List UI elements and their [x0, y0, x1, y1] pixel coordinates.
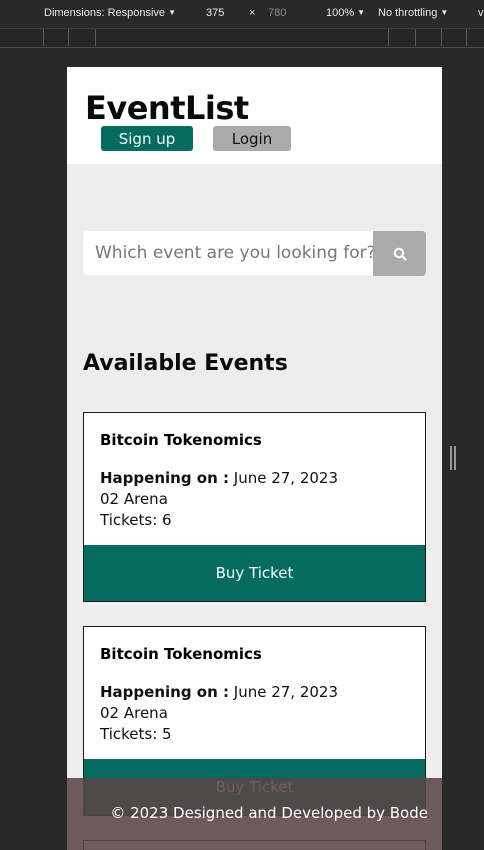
event-card: Bitcoin Tokenomics Happening on : June 2… [83, 412, 426, 602]
event-venue: 02 Arena [100, 490, 168, 508]
event-date-line: Happening on : June 27, 2023 [100, 683, 338, 701]
ruler-tick [388, 29, 389, 46]
width-input[interactable]: 375 [206, 7, 224, 19]
dropdown-caret-icon: ▼ [440, 8, 449, 17]
times-symbol: × [249, 7, 256, 19]
zoom-dropdown[interactable]: 100% ▼ [326, 7, 365, 19]
more-options[interactable]: v [478, 7, 484, 19]
ruler-tick [43, 29, 44, 46]
signup-button[interactable]: Sign up [101, 126, 193, 151]
dimensions-label: Dimensions: Responsive [44, 7, 166, 19]
search-button[interactable] [373, 231, 426, 276]
site-header: EventList Sign up Login [67, 67, 442, 164]
handle-grip [450, 446, 452, 470]
ruler-tick [68, 29, 69, 46]
zoom-label: 100% [326, 7, 355, 19]
event-date-line: Happening on : June 27, 2023 [100, 469, 338, 487]
event-date: June 27, 2023 [233, 683, 339, 701]
dropdown-caret-icon: ▼ [168, 8, 176, 17]
login-button[interactable]: Login [213, 126, 291, 151]
device-viewport: EventList Sign up Login Which event are … [67, 67, 442, 850]
ruler-tick [441, 29, 442, 46]
event-title: Bitcoin Tokenomics [100, 645, 262, 663]
event-title: Bitcoin Tokenomics [100, 431, 262, 449]
ruler-tick [415, 29, 416, 46]
event-date-label: Happening on : [100, 683, 229, 701]
media-query-ruler [0, 28, 484, 48]
event-date-label: Happening on : [100, 469, 229, 487]
brand-logo[interactable]: EventList [85, 89, 249, 127]
site-footer: © 2023 Designed and Developed by Bode [67, 778, 442, 850]
dimensions-dropdown[interactable]: Dimensions: Responsive ▼ [44, 7, 176, 19]
event-venue: 02 Arena [100, 704, 168, 722]
section-title: Available Events [83, 351, 288, 376]
resize-handle[interactable] [450, 446, 456, 470]
event-date: June 27, 2023 [233, 469, 339, 487]
handle-grip [454, 446, 456, 470]
event-tickets: Tickets: 6 [100, 511, 172, 529]
search-input[interactable]: Which event are you looking for? [83, 231, 373, 275]
dropdown-caret-icon: ▼ [357, 8, 366, 17]
height-input[interactable]: 780 [268, 7, 286, 19]
throttling-label: No throttling [378, 7, 438, 19]
event-tickets: Tickets: 5 [100, 725, 172, 743]
ruler-tick [466, 29, 467, 46]
buy-ticket-button[interactable]: Buy Ticket [84, 545, 425, 601]
search-icon [393, 247, 407, 261]
ruler-tick [95, 29, 96, 46]
throttling-dropdown[interactable]: No throttling ▼ [378, 7, 448, 19]
devtools-toolbar: Dimensions: Responsive ▼ 375 × 780 100% ▼ … [0, 0, 484, 28]
footer-text: © 2023 Designed and Developed by Bode [110, 804, 428, 822]
